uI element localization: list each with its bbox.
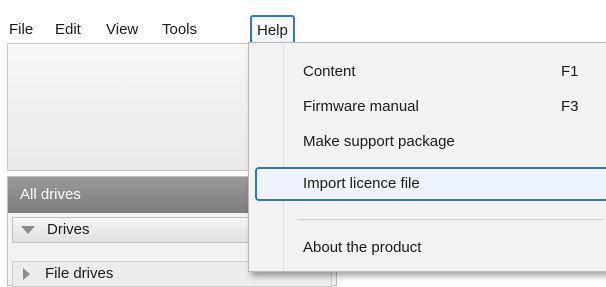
menu-item-label: Firmware manual: [303, 98, 419, 115]
menu-item-about-the-product[interactable]: About the product: [255, 231, 606, 265]
menu-item-shortcut: F3: [561, 98, 579, 115]
drives-label: Drives: [47, 221, 90, 238]
menu-file[interactable]: File: [9, 20, 33, 40]
help-dropdown-menu: Content F1 Firmware manual F3 Make suppo…: [248, 42, 606, 272]
menu-item-import-licence-file[interactable]: Import licence file: [255, 167, 606, 201]
menu-item-make-support-package[interactable]: Make support package: [255, 125, 606, 159]
menu-item-label: Content: [303, 63, 356, 80]
menu-item-label: Make support package: [303, 133, 455, 150]
menu-item-label: About the product: [303, 239, 422, 256]
panel-header-label: All drives: [20, 186, 81, 203]
menu-bar: File Edit View Tools Help: [0, 0, 606, 47]
menu-separator: [297, 219, 603, 220]
menu-item-firmware-manual[interactable]: Firmware manual F3: [255, 90, 606, 124]
menu-tools[interactable]: Tools: [162, 20, 197, 40]
menu-item-shortcut: F1: [561, 63, 579, 80]
menu-item-label: Import licence file: [303, 175, 420, 192]
menu-view[interactable]: View: [106, 20, 138, 40]
collapse-triangle-icon[interactable]: [21, 226, 35, 234]
expand-triangle-icon[interactable]: [23, 268, 30, 280]
file-drives-label: File drives: [45, 265, 114, 282]
menu-edit[interactable]: Edit: [55, 20, 81, 40]
menu-item-content[interactable]: Content F1: [255, 55, 606, 89]
